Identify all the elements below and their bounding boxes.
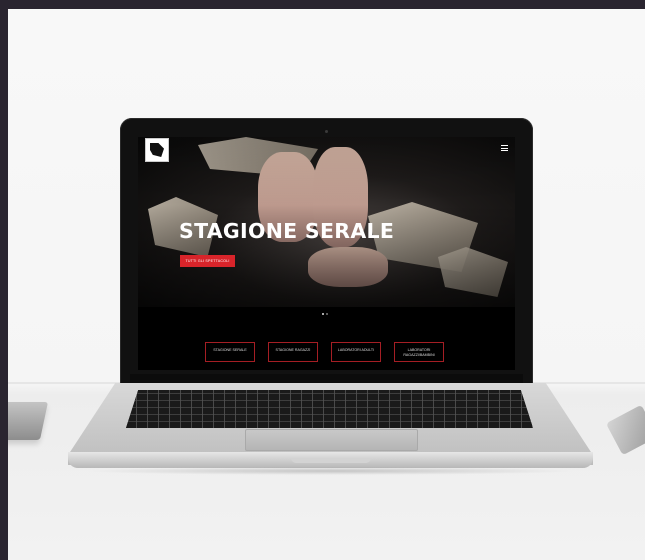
device-prop-left (8, 402, 49, 440)
all-shows-button[interactable]: TUTTI GLI SPETTACOLI (180, 255, 235, 267)
site-logo[interactable] (145, 138, 169, 162)
theatre-logo-icon (150, 143, 164, 157)
laptop-notch (291, 458, 371, 463)
laptop-screen: STAGIONE SERALE TUTTI GLI SPETTACOLI STA… (138, 137, 515, 370)
trackpad (245, 429, 418, 451)
tile-stagione-ragazzi[interactable]: STAGIONE RAGAZZI (268, 342, 318, 362)
keyboard-rows (126, 390, 533, 428)
photo-frame: STAGIONE SERALE TUTTI GLI SPETTACOLI STA… (8, 9, 645, 560)
tile-laboratori-ragazzi[interactable]: LABORATORI RAGAZZI/BAMBINI (394, 342, 444, 362)
laptop-shadow (83, 467, 578, 475)
slider-dots (322, 313, 328, 315)
tile-laboratori-adulti[interactable]: LABORATORI ADULTI (331, 342, 381, 362)
hamburger-icon[interactable] (501, 145, 508, 151)
hero-title: STAGIONE SERALE (179, 219, 395, 243)
tile-stagione-serale[interactable]: STAGIONE SERALE (205, 342, 255, 362)
slider-dot[interactable] (326, 313, 328, 315)
device-prop-right (605, 404, 645, 456)
camera-icon (325, 130, 328, 133)
slider-dot[interactable] (322, 313, 324, 315)
hero-banner: STAGIONE SERALE TUTTI GLI SPETTACOLI (138, 137, 515, 307)
category-tiles: STAGIONE SERALE STAGIONE RAGAZZI LABORAT… (205, 342, 444, 362)
laptop-lid: STAGIONE SERALE TUTTI GLI SPETTACOLI STA… (120, 118, 533, 400)
